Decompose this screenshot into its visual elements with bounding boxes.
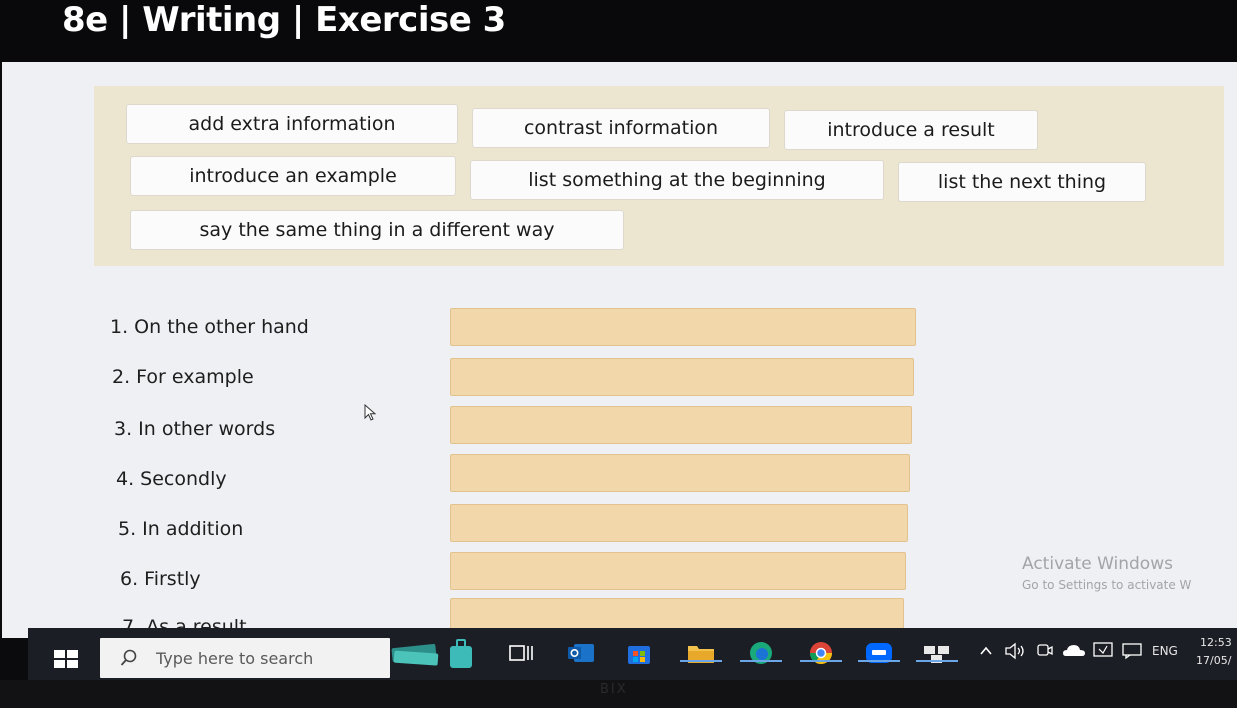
mouse-pointer-icon xyxy=(364,404,377,421)
active-app-indicator xyxy=(740,660,782,662)
exercise-title: 8e | Writing | Exercise 3 xyxy=(62,0,506,40)
item-label: 6. Firstly xyxy=(120,568,201,590)
search-placeholder: Type here to search xyxy=(156,649,314,668)
word-chip-say-the-same-thing[interactable]: say the same thing in a different way xyxy=(130,210,624,250)
taskbar-search-box[interactable]: Type here to search xyxy=(100,638,390,678)
answer-drop-zone-6[interactable] xyxy=(450,552,906,590)
language-indicator[interactable]: ENG xyxy=(1152,644,1178,658)
speaker-icon[interactable] xyxy=(1004,642,1028,660)
chrome-icon[interactable] xyxy=(806,640,836,666)
windows-start-icon[interactable] xyxy=(54,650,78,668)
exercise-row-2: 2. For example xyxy=(2,358,1002,398)
travel-tickets-icon xyxy=(391,643,439,666)
notification-icon[interactable] xyxy=(1120,640,1146,660)
watermark-title: Activate Windows xyxy=(1022,554,1173,574)
active-app-indicator xyxy=(916,660,958,662)
item-label: 2. For example xyxy=(112,366,254,388)
exercise-row-5: 5. In addition xyxy=(2,504,1002,544)
word-chip-introduce-an-example[interactable]: introduce an example xyxy=(130,156,456,196)
remote-desktop-icon[interactable] xyxy=(922,640,952,666)
exercise-row-6: 6. Firstly xyxy=(2,552,1002,592)
display-icon[interactable] xyxy=(1092,640,1114,660)
item-label: 4. Secondly xyxy=(116,468,227,490)
word-chip-list-the-next-thing[interactable]: list the next thing xyxy=(898,162,1146,202)
outlook-icon[interactable] xyxy=(566,640,596,666)
clock-date[interactable]: 17/05/ xyxy=(1196,654,1231,667)
word-chip-add-extra-information[interactable]: add extra information xyxy=(126,104,458,144)
meet-now-icon[interactable] xyxy=(1036,642,1054,660)
onedrive-icon[interactable] xyxy=(1062,642,1086,660)
answer-drop-zone-4[interactable] xyxy=(450,454,910,492)
answer-drop-zone-5[interactable] xyxy=(450,504,908,542)
item-label: 5. In addition xyxy=(118,518,244,540)
active-app-indicator xyxy=(680,660,722,662)
edge-icon[interactable] xyxy=(746,640,776,666)
exercise-row-4: 4. Secondly xyxy=(2,454,1002,494)
active-app-indicator xyxy=(858,660,900,662)
store-icon[interactable] xyxy=(624,640,654,666)
word-chip-contrast-information[interactable]: contrast information xyxy=(472,108,770,148)
word-bank: add extra information contrast informati… xyxy=(94,86,1224,266)
monitor-bezel: BIX xyxy=(0,680,1237,708)
search-icon xyxy=(120,649,137,666)
task-view-icon[interactable] xyxy=(506,640,536,666)
word-chip-list-something-at-the-beginning[interactable]: list something at the beginning xyxy=(470,160,884,200)
answer-drop-zone-3[interactable] xyxy=(450,406,912,444)
item-label: 1. On the other hand xyxy=(110,316,309,338)
activate-windows-watermark: Activate Windows Go to Settings to activ… xyxy=(1022,554,1191,592)
chevron-up-icon[interactable] xyxy=(978,644,994,658)
word-chip-introduce-a-result[interactable]: introduce a result xyxy=(784,110,1038,150)
monitor-brand: BIX xyxy=(600,682,628,697)
zalo-icon[interactable] xyxy=(864,640,894,666)
file-explorer-icon[interactable] xyxy=(686,640,716,666)
exercise-page: add extra information contrast informati… xyxy=(2,62,1237,638)
active-app-indicator xyxy=(800,660,842,662)
suitcase-icon xyxy=(450,639,472,668)
exercise-header: 8e | Writing | Exercise 3 xyxy=(0,0,1237,62)
exercise-row-3: 3. In other words xyxy=(2,406,1002,446)
exercise-row-1: 1. On the other hand xyxy=(2,308,1002,348)
item-label: 3. In other words xyxy=(114,418,276,440)
answer-drop-zone-1[interactable] xyxy=(450,308,916,346)
windows-taskbar: Type here to search ENG 12:53 17/05/ xyxy=(28,628,1237,680)
watermark-subtitle: Go to Settings to activate W xyxy=(1022,578,1192,592)
clock-time[interactable]: 12:53 xyxy=(1200,636,1232,649)
answer-drop-zone-2[interactable] xyxy=(450,358,914,396)
